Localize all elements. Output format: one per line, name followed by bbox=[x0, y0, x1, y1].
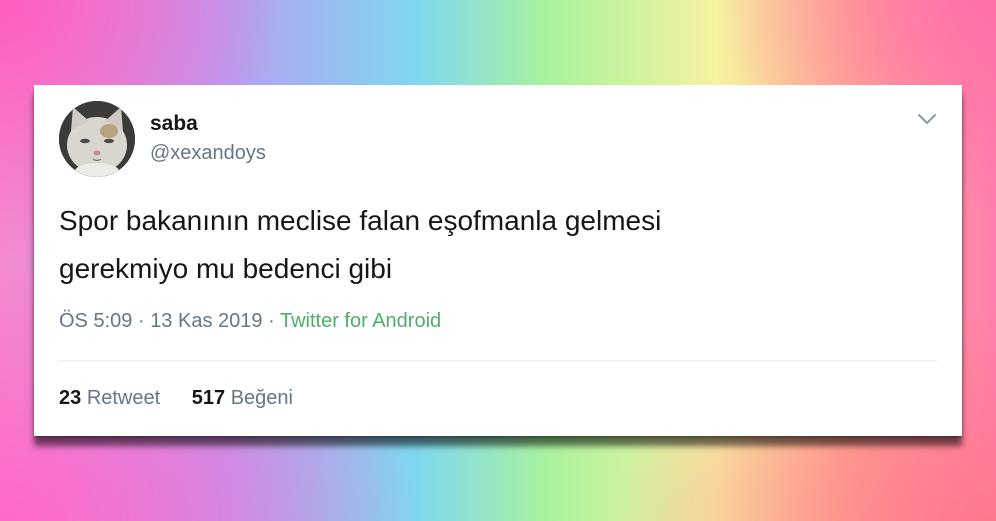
tweet-text-line-2: gerekmiyo mu bedenci gibi bbox=[59, 253, 393, 284]
tweet-card: saba @xexandoys Spor bakanının meclise f… bbox=[34, 85, 962, 436]
tweet-source-link[interactable]: Twitter for Android bbox=[280, 310, 441, 332]
tweet-text-line-1: Spor bakanının meclise falan eşofmanla g… bbox=[59, 205, 662, 236]
tweet-text: Spor bakanının meclise falan eşofmanla g… bbox=[59, 197, 899, 293]
chevron-down-icon[interactable] bbox=[916, 111, 938, 127]
tweet-date[interactable]: 13 Kas 2019 bbox=[150, 310, 262, 332]
meta-separator-1: · bbox=[137, 310, 145, 332]
cat-avatar-image bbox=[59, 101, 135, 177]
retweet-label: Retweet bbox=[86, 387, 161, 409]
like-count: 517 bbox=[191, 387, 226, 409]
divider bbox=[59, 360, 937, 361]
display-name[interactable]: saba bbox=[150, 112, 198, 136]
user-handle[interactable]: @xexandoys bbox=[150, 142, 266, 165]
like-label: Beğeni bbox=[230, 387, 293, 409]
retweet-stat[interactable]: 23 Retweet bbox=[59, 387, 160, 410]
meta-separator-2: · bbox=[268, 310, 275, 332]
tweet-stats: 23 Retweet 517 Beğeni bbox=[59, 387, 319, 410]
avatar[interactable] bbox=[59, 101, 135, 177]
tweet-time[interactable]: ÖS 5:09 bbox=[59, 310, 132, 332]
retweet-count: 23 bbox=[59, 387, 82, 409]
like-stat[interactable]: 517 Beğeni bbox=[192, 387, 293, 410]
tweet-meta: ÖS 5:09 · 13 Kas 2019 · Twitter for Andr… bbox=[59, 310, 441, 333]
